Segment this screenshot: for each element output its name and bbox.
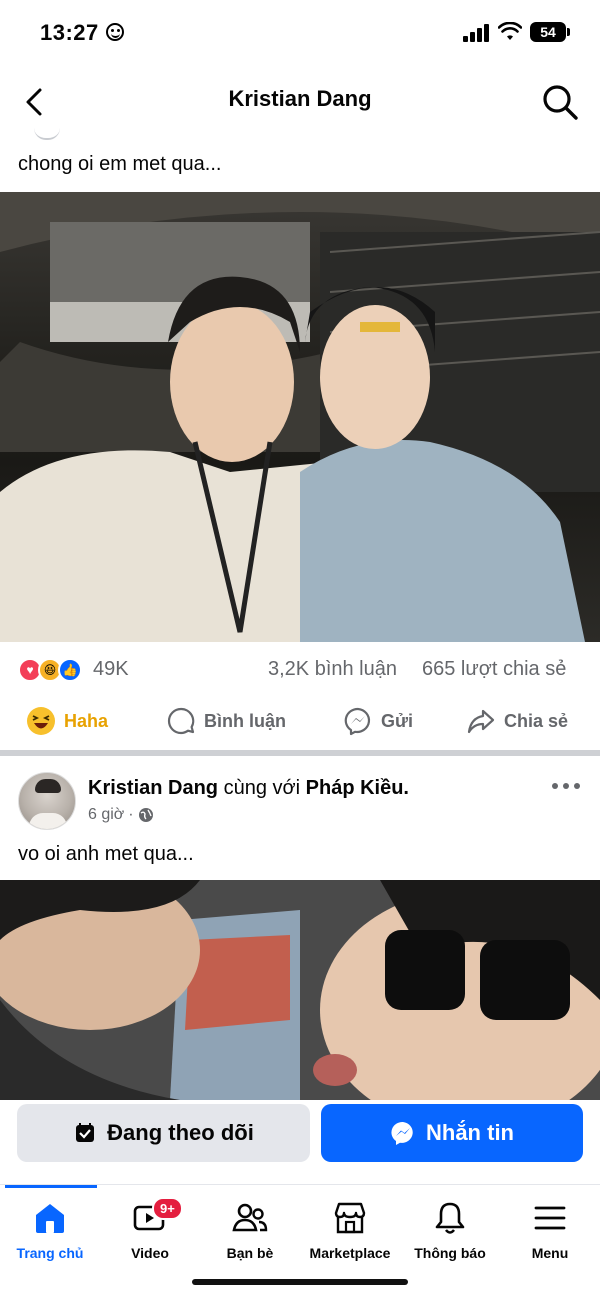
author-avatar[interactable] bbox=[18, 772, 76, 830]
cellular-signal-icon bbox=[463, 24, 491, 42]
post-actions: Haha Bình luận Gửi Chia sẻ bbox=[0, 700, 600, 742]
status-time: 13:27 bbox=[40, 20, 99, 45]
like-reaction-icon: 👍 bbox=[58, 658, 82, 682]
home-indicator[interactable] bbox=[192, 1279, 408, 1285]
globe-icon bbox=[138, 808, 153, 822]
marketplace-icon bbox=[300, 1199, 400, 1237]
shares-count[interactable]: 665 lượt chia sẻ bbox=[422, 658, 566, 681]
comment-bubble-icon bbox=[166, 706, 196, 736]
post-author-line: Kristian Dang cùng với Pháp Kiều. bbox=[88, 777, 409, 800]
menu-icon bbox=[500, 1199, 600, 1237]
tab-home[interactable]: Trang chủ bbox=[0, 1199, 100, 1269]
messenger-icon bbox=[390, 1120, 416, 1146]
post-author-avatar[interactable] bbox=[34, 128, 60, 140]
tab-marketplace[interactable]: Marketplace bbox=[300, 1199, 400, 1269]
messenger-icon bbox=[343, 706, 373, 736]
post-time[interactable]: 6 giờ bbox=[88, 806, 124, 824]
home-icon bbox=[0, 1199, 100, 1237]
photo-content bbox=[0, 192, 600, 642]
friends-icon bbox=[200, 1199, 300, 1237]
wifi-icon bbox=[498, 22, 522, 40]
tab-friends[interactable]: Bạn bè bbox=[200, 1199, 300, 1269]
tagged-person[interactable]: Pháp Kiều. bbox=[306, 777, 409, 799]
post-divider bbox=[0, 750, 600, 756]
following-button[interactable]: Đang theo dõi bbox=[17, 1104, 310, 1162]
post-caption: chong oi em met qua... bbox=[18, 153, 222, 175]
more-options-icon[interactable] bbox=[552, 776, 580, 796]
haha-icon bbox=[26, 706, 56, 736]
photo-content-2 bbox=[0, 880, 600, 1100]
message-button[interactable]: Nhắn tin bbox=[321, 1104, 583, 1162]
post-caption-2: vo oi anh met qua... bbox=[18, 843, 194, 865]
reactions-summary[interactable]: ♥ 😆 👍 49K 3,2K bình luận 665 lượt chia s… bbox=[0, 652, 600, 688]
send-button[interactable]: Gửi bbox=[343, 704, 413, 738]
comments-count[interactable]: 3,2K bình luận bbox=[268, 658, 397, 681]
bell-icon bbox=[400, 1199, 500, 1237]
page-title: Kristian Dang bbox=[228, 86, 372, 111]
with-text: cùng với bbox=[223, 777, 301, 799]
active-tab-indicator bbox=[5, 1185, 97, 1188]
tab-notifications[interactable]: Thông báo bbox=[400, 1199, 500, 1269]
tab-video[interactable]: 9+ Video bbox=[100, 1197, 200, 1269]
share-arrow-icon bbox=[466, 706, 496, 736]
video-badge: 9+ bbox=[152, 1197, 183, 1220]
comment-button[interactable]: Bình luận bbox=[166, 704, 286, 738]
focus-smiley-icon bbox=[106, 23, 124, 41]
video-icon bbox=[100, 1199, 200, 1237]
profile-header: Kristian Dang bbox=[0, 72, 600, 132]
post-photo-2[interactable] bbox=[0, 880, 600, 1100]
post-meta: 6 giờ · bbox=[88, 806, 154, 824]
reaction-count[interactable]: 49K bbox=[93, 658, 129, 681]
meta-separator: · bbox=[128, 806, 134, 823]
share-button[interactable]: Chia sẻ bbox=[466, 704, 568, 738]
following-check-icon bbox=[73, 1121, 97, 1145]
post-photo[interactable] bbox=[0, 192, 600, 642]
haha-button[interactable]: Haha bbox=[26, 704, 108, 738]
tab-menu[interactable]: Menu bbox=[500, 1199, 600, 1269]
author-name[interactable]: Kristian Dang bbox=[88, 777, 218, 799]
search-button[interactable] bbox=[540, 82, 580, 122]
status-bar: 13:27 54 bbox=[0, 0, 600, 64]
battery-indicator: 54 bbox=[530, 22, 570, 42]
